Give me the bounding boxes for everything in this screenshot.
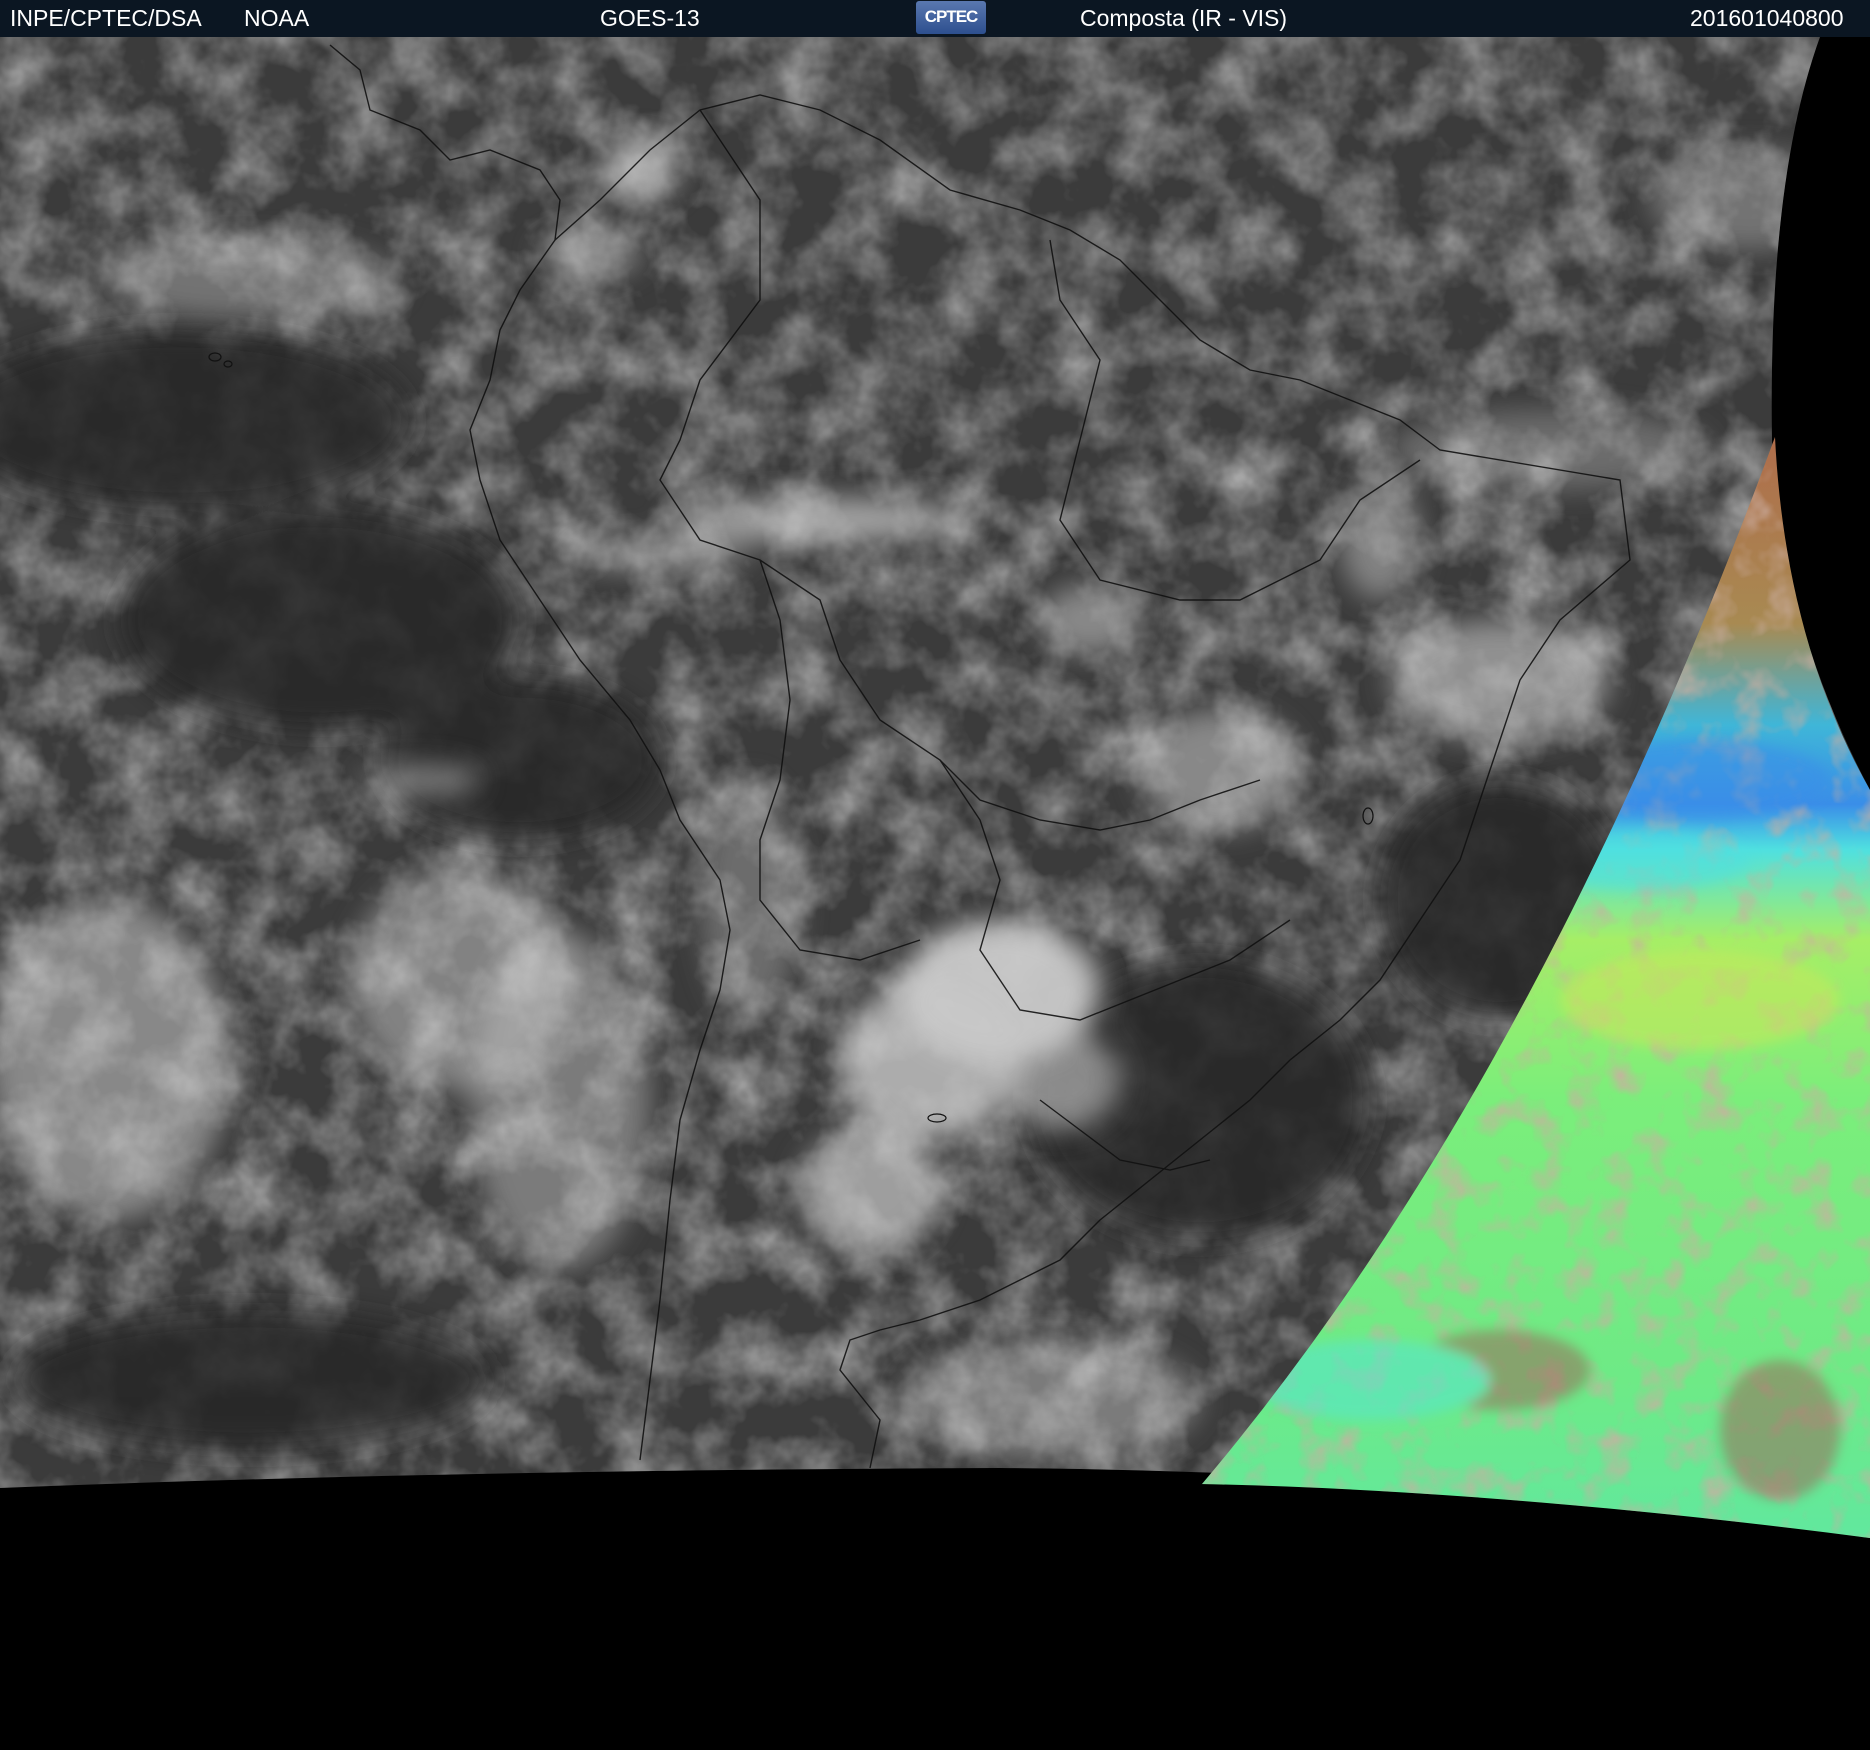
header-bar: INPE/CPTEC/DSA NOAA GOES-13 CPTEC Compos… <box>0 0 1870 37</box>
timestamp-label: 201601040800 <box>1690 5 1844 31</box>
satellite-label: GOES-13 <box>600 5 700 31</box>
satellite-image <box>0 37 1870 1750</box>
cptec-logo: CPTEC <box>916 1 986 34</box>
org-label: INPE/CPTEC/DSA <box>10 5 202 31</box>
product-label: Composta (IR - VIS) <box>1080 5 1288 31</box>
agency-label: NOAA <box>244 5 310 31</box>
